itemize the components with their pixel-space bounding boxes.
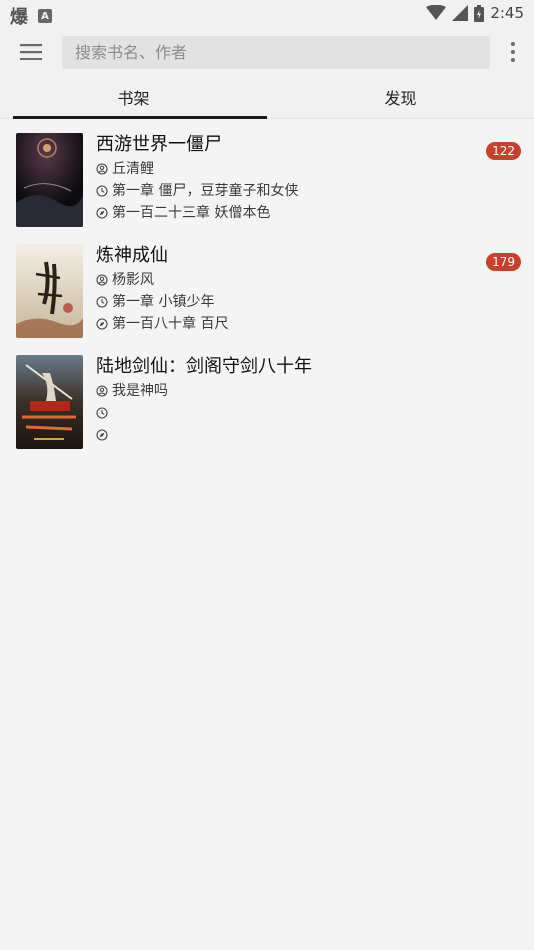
compass-icon bbox=[96, 318, 108, 330]
more-vertical-icon-dot bbox=[511, 58, 515, 62]
tab-bar: 书架 发现 bbox=[0, 76, 534, 119]
latest-chapter: 第一百八十章 百尺 bbox=[112, 316, 229, 332]
author-row: 杨影风 bbox=[96, 269, 228, 291]
last-read-row bbox=[96, 402, 312, 424]
search-input[interactable] bbox=[62, 36, 490, 69]
person-circle-icon bbox=[96, 163, 108, 175]
book-info: 西游世界一僵尸 丘清鲤 第一章 僵尸，豆芽童子和女侠 第一百二十三章 妖僧本色 bbox=[96, 133, 298, 224]
unread-badge: 122 bbox=[486, 142, 521, 160]
author-row: 我是神吗 bbox=[96, 380, 312, 402]
book-author: 丘清鲤 bbox=[112, 161, 154, 177]
book-info: 陆地剑仙：剑阁守剑八十年 我是神吗 bbox=[96, 355, 312, 446]
book-info: 炼神成仙 杨影风 第一章 小镇少年 第一百八十章 百尺 bbox=[96, 244, 228, 335]
clock-time: 2:45 bbox=[490, 4, 524, 22]
person-circle-icon bbox=[96, 274, 108, 286]
more-options-button[interactable] bbox=[506, 40, 520, 64]
bookshelf-list: 西游世界一僵尸 丘清鲤 第一章 僵尸，豆芽童子和女侠 第一百二十三章 妖僧本色 … bbox=[0, 124, 534, 457]
last-read-chapter: 第一章 僵尸，豆芽童子和女侠 bbox=[112, 183, 299, 199]
book-title: 炼神成仙 bbox=[96, 245, 168, 266]
tab-discover[interactable]: 发现 bbox=[267, 76, 534, 118]
latest-row bbox=[96, 424, 312, 446]
battery-icon bbox=[474, 4, 485, 22]
author-row: 丘清鲤 bbox=[96, 158, 298, 180]
book-item[interactable]: 陆地剑仙：剑阁守剑八十年 我是神吗 bbox=[0, 346, 534, 457]
unread-badge: 179 bbox=[486, 253, 521, 271]
book-title: 陆地剑仙：剑阁守剑八十年 bbox=[96, 356, 312, 377]
book-item[interactable]: 炼神成仙 杨影风 第一章 小镇少年 第一百八十章 百尺 179 bbox=[0, 235, 534, 346]
hamburger-menu-icon bbox=[20, 44, 42, 60]
person-circle-icon bbox=[96, 385, 108, 397]
tab-label: 书架 bbox=[117, 89, 150, 108]
book-item[interactable]: 西游世界一僵尸 丘清鲤 第一章 僵尸，豆芽童子和女侠 第一百二十三章 妖僧本色 … bbox=[0, 124, 534, 235]
book-cover bbox=[16, 355, 83, 449]
tab-label: 发现 bbox=[384, 89, 417, 108]
clock-icon bbox=[96, 407, 108, 419]
menu-button[interactable] bbox=[14, 38, 48, 66]
book-author: 我是神吗 bbox=[112, 383, 168, 399]
latest-chapter: 第一百二十三章 妖僧本色 bbox=[112, 205, 271, 221]
clock-icon bbox=[96, 296, 108, 308]
book-cover bbox=[16, 133, 83, 227]
latest-row: 第一百二十三章 妖僧本色 bbox=[96, 202, 298, 224]
compass-icon bbox=[96, 429, 108, 441]
compass-icon bbox=[96, 207, 108, 219]
signal-icon bbox=[452, 5, 469, 21]
search-box bbox=[62, 36, 490, 69]
status-bar: 爆 A 2:45 bbox=[0, 0, 534, 28]
wifi-icon bbox=[426, 5, 447, 20]
app-notification-icon: 爆 bbox=[10, 7, 28, 28]
notification-a-icon: A bbox=[38, 9, 52, 23]
last-read-chapter: 第一章 小镇少年 bbox=[112, 294, 215, 310]
last-read-row: 第一章 僵尸，豆芽童子和女侠 bbox=[96, 180, 298, 202]
book-title: 西游世界一僵尸 bbox=[96, 134, 222, 155]
more-vertical-icon-dot bbox=[511, 42, 515, 46]
more-vertical-icon-dot bbox=[511, 50, 515, 54]
tab-bookshelf[interactable]: 书架 bbox=[0, 76, 267, 119]
app-bar bbox=[0, 28, 534, 76]
clock-icon bbox=[96, 185, 108, 197]
book-author: 杨影风 bbox=[112, 272, 154, 288]
latest-row: 第一百八十章 百尺 bbox=[96, 313, 228, 335]
last-read-row: 第一章 小镇少年 bbox=[96, 291, 228, 313]
book-cover bbox=[16, 244, 83, 338]
